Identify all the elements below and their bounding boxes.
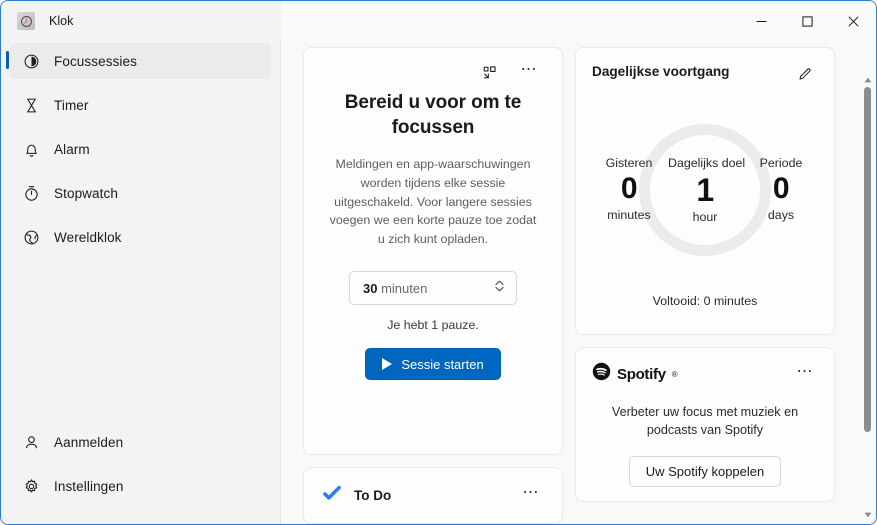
stat-label: Gisteren [605, 156, 653, 170]
sidebar-item-label: Alarm [54, 141, 90, 157]
spotify-brand: Spotify ® [592, 362, 678, 386]
more-options-icon[interactable]: ⋯ [516, 60, 542, 84]
app-title: Klok [49, 14, 74, 28]
link-spotify-button[interactable]: Uw Spotify koppelen [628, 455, 782, 487]
sidebar-item-label: Focussessies [54, 53, 137, 69]
sidebar-item-alarm[interactable]: Alarm [10, 131, 271, 167]
title-bar-left: Klok [1, 1, 281, 41]
maximize-button[interactable] [784, 1, 830, 41]
sidebar-item-label: Instellingen [54, 478, 124, 494]
title-bar-drag-region [281, 1, 738, 41]
spotify-logo-icon [592, 362, 611, 386]
stat-label: Dagelijks doel [668, 156, 746, 170]
stat-period: Periode 0 days [744, 156, 818, 222]
sidebar-item-wereldklok[interactable]: Wereldklok [10, 219, 271, 255]
scrollbar-track[interactable] [860, 87, 875, 508]
pop-out-icon[interactable] [476, 60, 502, 84]
sidebar-item-label: Stopwatch [54, 185, 118, 201]
bell-icon [22, 140, 40, 158]
content-column-left: ⋯ Bereid u voor om te focussen Meldingen… [303, 47, 563, 524]
pause-note: Je hebt 1 pauze. [387, 318, 479, 333]
start-session-label: Sessie starten [401, 356, 484, 372]
start-session-button[interactable]: Sessie starten [365, 348, 501, 381]
duration-value: 30 minuten [363, 281, 493, 296]
ellipsis-glyph: ⋯ [522, 484, 540, 502]
content-column-right: Dagelijkse voortgang Gisteren 0 minutes … [575, 47, 835, 524]
sidebar-item-stopwatch[interactable]: Stopwatch [10, 175, 271, 211]
sidebar-item-timer[interactable]: Timer [10, 87, 271, 123]
todo-card-title: To Do [354, 487, 392, 503]
spotify-card: Spotify ® ⋯ Verbeter uw focus met muziek… [575, 347, 835, 502]
pencil-icon[interactable] [792, 62, 818, 86]
nav-secondary-list: Aanmelden Instellingen [5, 422, 276, 514]
sidebar-item-aanmelden[interactable]: Aanmelden [10, 424, 271, 460]
duration-dropdown[interactable]: 30 minuten [349, 271, 517, 306]
daily-goal-ring-wrap: Gisteren 0 minutes Dagelijks doel 1 hour… [592, 86, 818, 294]
ellipsis-glyph: ⋯ [796, 363, 814, 380]
focus-card-description: Meldingen en app-waarschuwingen worden t… [329, 156, 537, 247]
spotify-card-header: Spotify ® ⋯ [592, 362, 818, 386]
globe-icon [22, 228, 40, 246]
stat-unit: minutes [607, 207, 651, 222]
daily-progress-card: Dagelijkse voortgang Gisteren 0 minutes … [575, 47, 835, 335]
hourglass-icon [22, 96, 40, 114]
todo-check-icon [322, 483, 342, 508]
spotify-wordmark: Spotify [617, 365, 666, 383]
sidebar-item-instellingen[interactable]: Instellingen [10, 468, 271, 504]
focus-session-card: ⋯ Bereid u voor om te focussen Meldingen… [303, 47, 563, 455]
sidebar-item-label: Wereldklok [54, 229, 122, 245]
person-icon [22, 433, 40, 451]
content-scrollbar[interactable] [860, 73, 875, 522]
minimize-button[interactable] [738, 1, 784, 41]
window-controls [738, 1, 876, 41]
scrollbar-thumb[interactable] [864, 87, 871, 432]
daily-progress-header: Dagelijkse voortgang [592, 62, 818, 86]
spotify-trademark: ® [671, 369, 678, 379]
spotify-description: Verbeter uw focus met muziek en podcasts… [611, 405, 799, 438]
duration-number: 30 [363, 280, 378, 296]
stat-value: 0 [772, 172, 790, 205]
more-options-icon[interactable]: ⋯ [792, 362, 818, 386]
sidebar-item-label: Timer [54, 97, 89, 113]
close-button[interactable] [830, 1, 876, 41]
daily-progress-title: Dagelijkse voortgang [592, 64, 730, 79]
title-bar: Klok [1, 1, 876, 41]
stat-yesterday: Gisteren 0 minutes [592, 156, 666, 222]
stat-value: 0 [620, 172, 638, 205]
stat-unit: days [767, 207, 795, 222]
focus-icon [22, 52, 40, 70]
navigation-sidebar: Focussessies Timer Alarm Stopwatch Werel… [1, 41, 281, 524]
main-content: ⋯ Bereid u voor om te focussen Meldingen… [281, 41, 876, 524]
completed-text: Voltooid: 0 minutes [652, 294, 758, 308]
stopwatch-icon [22, 184, 40, 202]
play-icon [382, 358, 393, 371]
nav-primary-list: Focussessies Timer Alarm Stopwatch Werel… [5, 41, 276, 257]
stat-label: Periode [759, 156, 803, 170]
stat-daily-goal: Dagelijks doel 1 hour [668, 156, 746, 224]
stat-value: 1 [696, 172, 714, 208]
todo-card: To Do ⋯ [303, 466, 563, 524]
gear-icon [22, 477, 40, 495]
duration-unit: minuten [381, 280, 428, 296]
todo-card-header: To Do [322, 483, 518, 508]
window-body: Focussessies Timer Alarm Stopwatch Werel… [1, 41, 876, 524]
scroll-down-arrow-icon[interactable] [860, 508, 875, 522]
app-window: Klok Focussessies Timer Alarm Stopwatch … [0, 0, 877, 525]
ellipsis-glyph: ⋯ [520, 61, 538, 78]
focus-card-header: ⋯ [324, 58, 542, 86]
focus-card-title: Bereid u voor om te focussen [344, 92, 522, 139]
clock-icon [17, 12, 35, 30]
sidebar-item-focussessies[interactable]: Focussessies [6, 43, 271, 79]
sidebar-item-label: Aanmelden [54, 434, 124, 450]
chevron-updown-icon[interactable] [493, 278, 506, 299]
scroll-up-arrow-icon[interactable] [860, 73, 875, 87]
progress-stats: Gisteren 0 minutes Dagelijks doel 1 hour… [592, 156, 818, 224]
stat-unit: hour [692, 210, 718, 224]
more-options-icon[interactable]: ⋯ [518, 483, 544, 507]
